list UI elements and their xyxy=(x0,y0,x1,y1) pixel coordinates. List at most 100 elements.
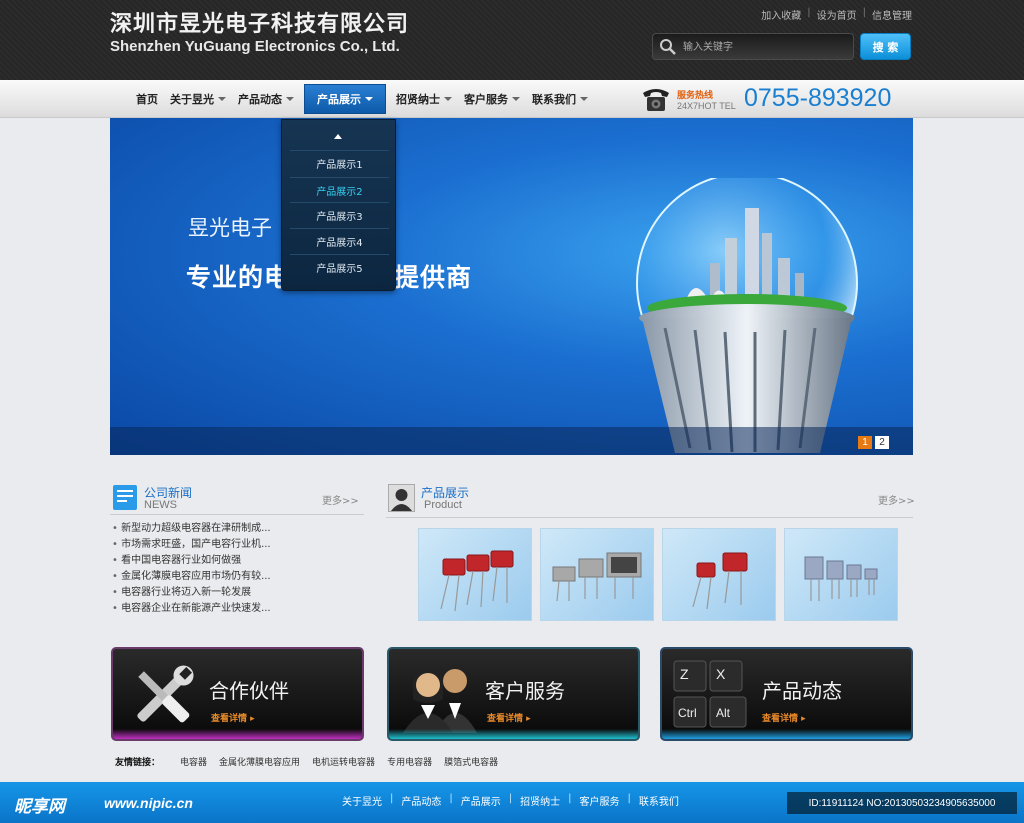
news-subtitle: NEWS xyxy=(144,499,177,511)
dropdown-item[interactable]: 产品展示2 xyxy=(290,177,389,203)
nav-item-service[interactable]: 客户服务 xyxy=(458,84,526,114)
separator: | xyxy=(508,793,513,804)
products-dropdown-menu: 产品展示1 产品展示2 产品展示3 产品展示4 产品展示5 xyxy=(281,119,396,291)
feature-more-link[interactable]: 查看详情 ▸ xyxy=(762,711,806,724)
friend-links: 友情链接： 电容器 金属化薄膜电容应用 电机运转电容器 专用电容器 膜箔式电容器 xyxy=(115,755,498,768)
nav-label: 客户服务 xyxy=(464,93,508,106)
product-thumb-blue-capacitors[interactable] xyxy=(784,528,898,621)
friend-link[interactable]: 膜箔式电容器 xyxy=(444,755,498,768)
nav-label: 产品动态 xyxy=(238,93,282,106)
friend-link[interactable]: 专用电容器 xyxy=(387,755,432,768)
hotline-label: 服务热线 xyxy=(677,91,714,101)
hotline-number: 0755-893920 xyxy=(744,84,892,112)
separator: | xyxy=(449,793,453,804)
footer-link[interactable]: 产品展示 xyxy=(461,793,501,808)
key-label: Alt xyxy=(716,706,731,720)
key-label: Ctrl xyxy=(678,706,697,720)
nav-item-home[interactable]: 首页 xyxy=(130,84,164,114)
pager-dot-1[interactable]: 1 xyxy=(858,436,872,449)
dropdown-item[interactable]: 产品展示1 xyxy=(290,150,389,176)
set-homepage-link[interactable]: 设为首页 xyxy=(817,7,857,22)
news-item[interactable]: 金属化薄膜电容应用市场仍有较... xyxy=(112,569,271,585)
caret-down-icon xyxy=(286,97,294,101)
products-more-link[interactable]: 更多>> xyxy=(878,492,915,507)
key-label: Z xyxy=(680,666,689,682)
product-thumb-red-capacitors-small[interactable] xyxy=(662,528,776,621)
friend-links-label: 友情链接： xyxy=(115,758,161,768)
top-links: 加入收藏 | 设为首页 | 信息管理 xyxy=(761,7,912,22)
feature-more-label: 查看详情 xyxy=(487,714,524,724)
caret-down-icon xyxy=(365,97,373,101)
capacitor-icon xyxy=(692,552,748,610)
friend-link[interactable]: 电机运转电容器 xyxy=(312,755,375,768)
nav-item-product-news[interactable]: 产品动态 xyxy=(232,84,300,114)
news-more-link[interactable]: 更多>> xyxy=(322,492,359,507)
banner-caption-bar xyxy=(110,427,913,455)
caret-down-icon xyxy=(218,97,226,101)
dropdown-item[interactable]: 产品展示3 xyxy=(290,202,389,228)
news-item[interactable]: 新型动力超级电容器在津研制成... xyxy=(112,521,271,537)
feature-customer-service[interactable]: 客户服务 查看详情 ▸ xyxy=(387,647,640,741)
search-icon xyxy=(660,39,676,55)
caret-down-icon xyxy=(580,97,588,101)
footer-link[interactable]: 产品动态 xyxy=(401,793,441,808)
feature-title: 客户服务 xyxy=(485,679,565,703)
feature-title: 产品动态 xyxy=(762,679,842,703)
hero-banner[interactable]: 昱光电子 专业的电容器产品提供商 xyxy=(110,118,913,455)
hotline-sub: 24X7HOT TEL xyxy=(677,101,736,111)
nav-label: 联系我们 xyxy=(532,93,576,106)
separator: | xyxy=(390,793,394,804)
info-manage-link[interactable]: 信息管理 xyxy=(872,7,912,22)
news-item[interactable]: 电容器行业将迈入新一轮发展 xyxy=(112,585,271,601)
nav-label: 关于昱光 xyxy=(170,93,214,106)
nav-item-about[interactable]: 关于昱光 xyxy=(164,84,232,114)
friend-link[interactable]: 电容器 xyxy=(180,755,207,768)
company-name-cn: 深圳市昱光电子科技有限公司 xyxy=(110,12,410,37)
caret-up-icon[interactable] xyxy=(334,134,342,139)
banner-pager: 1 2 xyxy=(858,436,889,449)
divider xyxy=(110,514,364,515)
news-list: 新型动力超级电容器在津研制成... 市场需求旺盛，国产电容行业机... 看中国电… xyxy=(112,521,271,617)
friend-link[interactable]: 金属化薄膜电容应用 xyxy=(219,755,300,768)
key-label: X xyxy=(716,666,726,682)
feature-more-label: 查看详情 xyxy=(762,714,799,724)
capacitor-icon xyxy=(804,556,878,601)
footer-link[interactable]: 联系我们 xyxy=(639,793,679,808)
footer-link[interactable]: 客户服务 xyxy=(580,793,620,808)
search-input[interactable] xyxy=(683,38,848,56)
dropdown-item[interactable]: 产品展示5 xyxy=(290,254,389,280)
customer-service-icon xyxy=(403,668,477,733)
feature-partners[interactable]: 合作伙伴 查看详情 ▸ xyxy=(111,647,364,741)
search-box xyxy=(652,33,854,60)
product-thumb-red-capacitors[interactable] xyxy=(418,528,532,621)
footer-links: 关于昱光 | 产品动态 | 产品展示 | 招贤纳士 | 客户服务 | 联系我们 xyxy=(342,793,679,808)
nav-label: 产品展示 xyxy=(317,93,361,106)
news-item[interactable]: 市场需求旺盛，国产电容行业机... xyxy=(112,537,271,553)
product-thumb-grey-capacitors[interactable] xyxy=(540,528,654,621)
nav-label: 招贤纳士 xyxy=(396,93,440,106)
add-favorite-link[interactable]: 加入收藏 xyxy=(761,7,801,22)
footer-link[interactable]: 招贤纳士 xyxy=(520,793,560,808)
feature-more-link[interactable]: 查看详情 ▸ xyxy=(211,711,255,724)
products-subtitle: Product xyxy=(424,499,462,511)
telephone-icon xyxy=(643,89,669,111)
news-item[interactable]: 电容器企业在新能源产业快速发... xyxy=(112,601,271,617)
search-button[interactable]: 搜 索 xyxy=(860,33,911,60)
watermark-logo: 昵享网 xyxy=(14,797,65,817)
dropdown-item[interactable]: 产品展示4 xyxy=(290,228,389,254)
feature-more-link[interactable]: 查看详情 ▸ xyxy=(487,711,531,724)
main-nav: 首页 关于昱光 产品动态 产品展示 招贤纳士 客户服务 联系我们 xyxy=(130,84,594,114)
divider xyxy=(386,517,913,518)
feature-glow xyxy=(662,729,911,739)
feature-product-news[interactable]: Z X Ctrl Alt 产品动态 查看详情 ▸ xyxy=(660,647,913,741)
news-item[interactable]: 看中国电容器行业如何做强 xyxy=(112,553,271,569)
keyboard-keys-icon: Z X Ctrl Alt xyxy=(673,660,747,728)
feature-glow xyxy=(389,729,638,739)
pager-dot-2[interactable]: 2 xyxy=(875,436,889,449)
separator: | xyxy=(862,7,866,18)
footer-link[interactable]: 关于昱光 xyxy=(342,793,382,808)
person-icon xyxy=(388,484,415,512)
nav-item-products[interactable]: 产品展示 xyxy=(304,84,386,114)
nav-item-contact[interactable]: 联系我们 xyxy=(526,84,594,114)
nav-item-careers[interactable]: 招贤纳士 xyxy=(390,84,458,114)
